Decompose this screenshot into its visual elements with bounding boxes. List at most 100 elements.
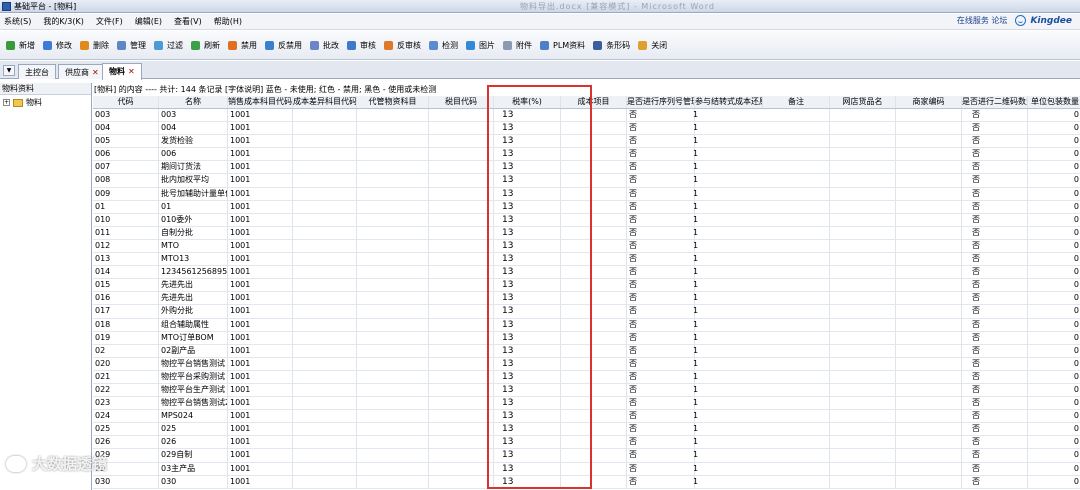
- cell-empty[interactable]: [830, 109, 896, 122]
- cell-empty[interactable]: [293, 135, 357, 148]
- table-row[interactable]: 006 006 1001 13 否 1 否 0: [93, 148, 1080, 162]
- cell-code[interactable]: 024: [93, 410, 159, 423]
- menu-help[interactable]: 帮助(H): [214, 16, 242, 27]
- cell-pkg[interactable]: 0: [1028, 292, 1080, 304]
- cell-empty[interactable]: [429, 462, 494, 475]
- cell-empty[interactable]: [763, 161, 830, 174]
- cell-serial[interactable]: 否: [627, 383, 695, 397]
- cell-empty[interactable]: [830, 423, 896, 436]
- column-header[interactable]: 是否进行二维码数量校验: [962, 96, 1028, 108]
- cell-sales[interactable]: 1001: [228, 213, 293, 226]
- cell-empty[interactable]: [357, 357, 429, 370]
- cell-cost-roll[interactable]: 1: [691, 449, 698, 462]
- cell-name[interactable]: 发货检验: [159, 135, 228, 148]
- cell-qr[interactable]: 否: [962, 226, 1028, 239]
- cell-empty[interactable]: [561, 318, 627, 331]
- cell-name[interactable]: 物控平台采购测试: [159, 370, 228, 383]
- cell-empty[interactable]: [896, 135, 962, 148]
- cell-code[interactable]: 015: [93, 279, 159, 292]
- cell-code[interactable]: 006: [93, 148, 159, 161]
- cell-empty[interactable]: [763, 239, 830, 253]
- cell-cost-roll[interactable]: 1: [691, 436, 698, 449]
- cell-empty[interactable]: [429, 239, 494, 253]
- cell-empty[interactable]: [293, 357, 357, 370]
- cell-empty[interactable]: [763, 383, 830, 397]
- cell-tax[interactable]: 13: [494, 200, 561, 213]
- cell-sales[interactable]: 1001: [228, 122, 293, 135]
- cell-cost-roll[interactable]: 1: [691, 305, 698, 318]
- cell-empty[interactable]: [357, 436, 429, 449]
- online-service-link[interactable]: 在线服务 论坛: [957, 15, 1008, 26]
- cell-empty[interactable]: [896, 109, 962, 122]
- cell-tax[interactable]: 13: [494, 135, 561, 148]
- cell-empty[interactable]: [896, 436, 962, 449]
- cell-empty[interactable]: [293, 266, 357, 279]
- cell-qr[interactable]: 否: [962, 161, 1028, 174]
- cell-empty[interactable]: [830, 383, 896, 397]
- cell-tax[interactable]: 13: [494, 239, 561, 253]
- cell-name[interactable]: 003: [159, 109, 228, 122]
- cell-empty[interactable]: [830, 318, 896, 331]
- cell-empty[interactable]: [896, 397, 962, 410]
- cell-empty[interactable]: [429, 370, 494, 383]
- cell-empty[interactable]: [896, 253, 962, 266]
- cell-tax[interactable]: 13: [494, 397, 561, 410]
- cell-empty[interactable]: [429, 266, 494, 279]
- cell-tax[interactable]: 13: [494, 318, 561, 331]
- cell-qr[interactable]: 否: [962, 305, 1028, 318]
- cell-empty[interactable]: [293, 344, 357, 357]
- cell-qr[interactable]: 否: [962, 187, 1028, 200]
- toolbar-button-plm[interactable]: PLM资料: [540, 36, 585, 54]
- cell-empty[interactable]: [561, 370, 627, 383]
- cell-tax[interactable]: 13: [494, 266, 561, 279]
- cell-empty[interactable]: [830, 292, 896, 305]
- cell-sales[interactable]: 1001: [228, 449, 293, 462]
- cell-code[interactable]: 025: [93, 423, 159, 436]
- cell-empty[interactable]: [830, 200, 896, 213]
- cell-empty[interactable]: [830, 279, 896, 292]
- cell-empty[interactable]: [896, 161, 962, 174]
- cell-tax[interactable]: 13: [494, 423, 561, 436]
- cell-empty[interactable]: [561, 226, 627, 239]
- cell-empty[interactable]: [763, 279, 830, 292]
- cell-tax[interactable]: 13: [494, 370, 561, 383]
- cell-empty[interactable]: [830, 462, 896, 475]
- cell-cost-roll[interactable]: 1: [691, 213, 698, 226]
- close-icon[interactable]: ✕: [92, 68, 99, 77]
- cell-empty[interactable]: [763, 122, 830, 135]
- cell-tax[interactable]: 13: [494, 436, 561, 449]
- cell-tax[interactable]: 13: [494, 410, 561, 423]
- toolbar-button-barcode[interactable]: 条形码: [593, 36, 630, 54]
- cell-empty[interactable]: [763, 475, 830, 488]
- cell-sales[interactable]: 1001: [228, 383, 293, 397]
- cell-empty[interactable]: [293, 226, 357, 239]
- cell-serial[interactable]: 否: [627, 148, 695, 161]
- cell-empty[interactable]: [429, 344, 494, 357]
- cell-code[interactable]: 016: [93, 292, 159, 305]
- cell-qr[interactable]: 否: [962, 122, 1028, 135]
- cell-empty[interactable]: [830, 266, 896, 279]
- cell-serial[interactable]: 否: [627, 331, 695, 344]
- cell-serial[interactable]: 否: [627, 279, 695, 292]
- cell-cost-roll[interactable]: 1: [691, 423, 698, 436]
- cell-serial[interactable]: 否: [627, 226, 695, 239]
- cell-qr[interactable]: 否: [962, 449, 1028, 462]
- cell-serial[interactable]: 否: [627, 370, 695, 383]
- column-header[interactable]: 参与结转式成本还原: [695, 96, 763, 108]
- cell-qr[interactable]: 否: [962, 279, 1028, 292]
- cell-empty[interactable]: [561, 239, 627, 253]
- cell-empty[interactable]: [896, 187, 962, 200]
- column-header[interactable]: 单位包装数量: [1028, 96, 1080, 108]
- cell-cost-roll[interactable]: 1: [691, 475, 698, 488]
- cell-sales[interactable]: 1001: [228, 109, 293, 122]
- cell-empty[interactable]: [896, 279, 962, 292]
- cell-empty[interactable]: [830, 331, 896, 344]
- cell-empty[interactable]: [357, 109, 429, 122]
- cell-name[interactable]: 组合辅助属性: [159, 318, 228, 331]
- cell-name[interactable]: 先进先出: [159, 292, 228, 305]
- cell-serial[interactable]: 否: [627, 397, 695, 410]
- column-header[interactable]: 税目代码: [429, 96, 494, 108]
- cell-empty[interactable]: [896, 213, 962, 226]
- cell-code[interactable]: 02: [93, 344, 159, 357]
- cell-empty[interactable]: [896, 449, 962, 462]
